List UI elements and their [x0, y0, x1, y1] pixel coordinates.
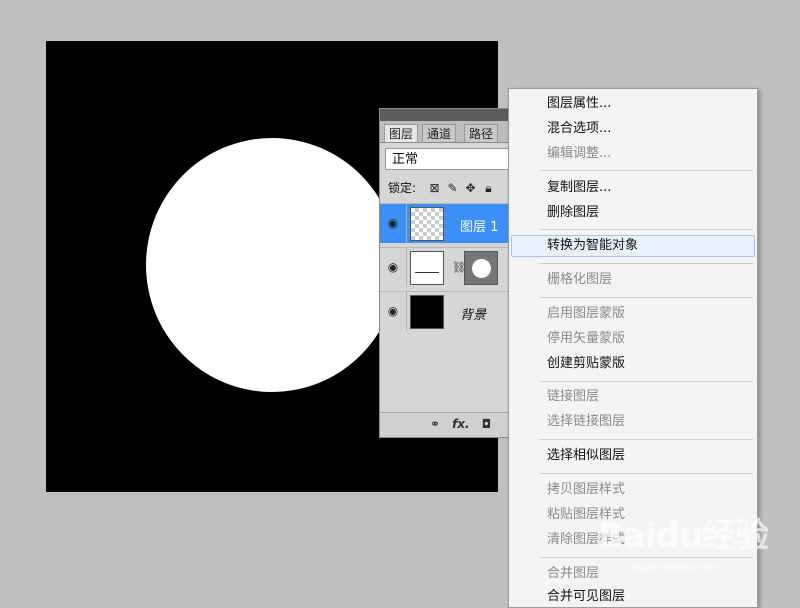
- menu-create-clipping-mask[interactable]: 创建剪贴蒙版: [511, 353, 755, 375]
- tab-channels[interactable]: 通道: [422, 124, 457, 142]
- lock-icons-group: ⊠ ✎ ✥ 🔒︎: [428, 179, 495, 197]
- visibility-eye-icon[interactable]: ◉: [384, 216, 402, 230]
- layer-row-adjustment[interactable]: ◉ ⛓: [380, 247, 515, 287]
- menu-separator: [539, 263, 753, 264]
- adjustment-lines-icon: [415, 272, 439, 273]
- white-circle-shape: [146, 138, 398, 392]
- lock-paint-icon[interactable]: ✎: [446, 181, 459, 195]
- tab-layers[interactable]: 图层: [384, 124, 419, 142]
- menu-separator: [539, 229, 753, 230]
- menu-duplicate-layer[interactable]: 复制图层...: [511, 177, 755, 199]
- column-divider: [406, 204, 407, 243]
- panel-titlebar[interactable]: [380, 109, 513, 121]
- visibility-eye-icon[interactable]: ◉: [384, 260, 402, 274]
- mask-thumbnail[interactable]: [464, 251, 498, 285]
- blend-mode-select[interactable]: 正常: [385, 148, 515, 170]
- lock-move-icon[interactable]: ✥: [464, 181, 477, 195]
- visibility-eye-icon[interactable]: ◉: [384, 304, 402, 318]
- layer-row-background[interactable]: ◉ 背景: [380, 291, 515, 331]
- add-mask-icon[interactable]: ◘: [482, 417, 492, 431]
- lock-all-icon[interactable]: 🔒︎: [482, 181, 495, 196]
- link-layers-icon[interactable]: ⚭: [430, 417, 440, 431]
- lock-transparency-icon[interactable]: ⊠: [428, 181, 441, 195]
- menu-disable-vector-mask[interactable]: 停用矢量蒙版: [511, 328, 755, 350]
- panel-tabs: 图层 通道 路径: [380, 121, 513, 143]
- tab-paths[interactable]: 路径: [464, 124, 499, 142]
- menu-link-layers[interactable]: 链接图层: [511, 386, 755, 408]
- column-divider: [406, 248, 407, 287]
- layer-row-layer1[interactable]: ◉ 图层 1: [380, 203, 515, 243]
- menu-separator: [539, 170, 753, 171]
- layer-thumbnail: [410, 295, 444, 329]
- menu-edit-adjustment[interactable]: 编辑调整...: [511, 143, 755, 165]
- layer-name[interactable]: 图层 1: [460, 216, 498, 235]
- menu-separator: [539, 557, 753, 558]
- mask-circle: [472, 259, 491, 278]
- menu-convert-smart-object[interactable]: 转换为智能对象: [511, 235, 755, 257]
- layer-thumbnail: [410, 207, 444, 241]
- adjustment-thumbnail: [410, 251, 444, 285]
- menu-rasterize-layer[interactable]: 栅格化图层: [511, 269, 755, 291]
- menu-copy-layer-style[interactable]: 拷贝图层样式: [511, 479, 755, 501]
- column-divider: [406, 292, 407, 331]
- watermark-url: jingyan.baidu.com: [626, 562, 719, 573]
- menu-select-linked-layers[interactable]: 选择链接图层: [511, 411, 755, 433]
- lock-label: 锁定:: [388, 181, 417, 195]
- menu-enable-layer-mask[interactable]: 启用图层蒙版: [511, 303, 755, 325]
- baidu-watermark: Baidu经验: [598, 516, 769, 556]
- layers-panel: 图层 通道 路径 正常 锁定: ⊠ ✎ ✥ 🔒︎ ◉ 图层 1 ◉ ⛓ ◉ 背景…: [379, 108, 515, 438]
- menu-separator: [539, 381, 753, 382]
- menu-separator: [539, 439, 753, 440]
- menu-select-similar-layers[interactable]: 选择相似图层: [511, 445, 755, 467]
- menu-layer-properties[interactable]: 图层属性...: [511, 93, 755, 115]
- layer-name[interactable]: 背景: [460, 304, 486, 323]
- menu-separator: [539, 297, 753, 298]
- menu-merge-visible[interactable]: 合并可见图层: [511, 586, 755, 608]
- menu-blending-options[interactable]: 混合选项...: [511, 118, 755, 140]
- menu-separator: [539, 473, 753, 474]
- panel-bottom-toolbar: ⚭ fx. ◘: [380, 412, 513, 437]
- menu-delete-layer[interactable]: 删除图层: [511, 202, 755, 224]
- fx-icon[interactable]: fx.: [452, 417, 470, 431]
